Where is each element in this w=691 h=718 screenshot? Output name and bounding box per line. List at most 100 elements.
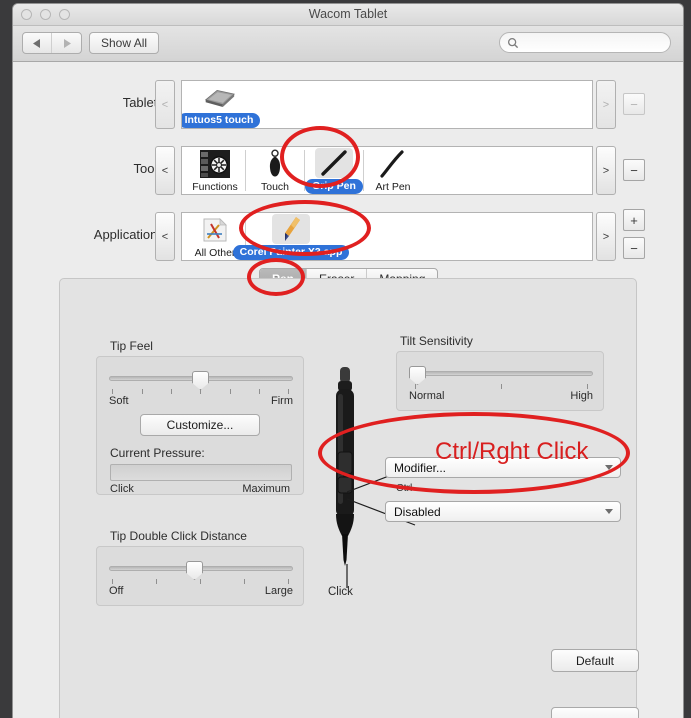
tip-double-click-tick [156,579,157,584]
tip-double-click-tick [112,579,113,584]
search-field[interactable] [499,32,671,53]
default-button[interactable]: Default [551,649,639,672]
tool-next-button[interactable]: > [596,146,616,195]
tablet-item-intuos5[interactable]: Intuos5 touch [182,81,261,128]
tool-item-grip-pen[interactable]: Grip Pen [305,147,363,194]
tip-feel-max-label: Firm [271,395,293,407]
upper-button-sublabel: Ctrl [396,482,413,494]
tool-item-functions[interactable]: Functions [186,147,244,194]
tip-double-click-thumb[interactable] [186,561,203,580]
tilt-sensitivity-group: Normal High [396,351,604,411]
current-pressure-bar [110,464,292,481]
application-row-label: Application: [93,227,161,242]
tip-feel-thumb[interactable] [192,371,209,390]
tablet-row-label: Tablet: [122,95,161,110]
tilt-sensitivity-tick [587,384,588,389]
functions-icon [196,148,234,180]
tablet-remove-label: − [630,96,638,112]
all-other-icon [196,214,234,246]
preferences-content: Tablet: < Intuos5 touch > − Tool: < Func… [13,62,683,718]
tool-remove-label: − [630,162,638,178]
tip-feel-slider[interactable]: Soft Firm [109,369,293,407]
tablet-next-button[interactable]: > [596,80,616,129]
tool-next-label: > [602,164,610,177]
tool-label-wrap: Tool: [13,142,161,199]
pen-tip-click-label: Click [328,586,353,598]
tool-item-label: Functions [192,181,238,193]
tilt-sensitivity-thumb[interactable] [409,366,426,385]
tip-double-click-max-label: Large [264,585,293,597]
tip-feel-tick [259,389,260,394]
customize-label: Customize... [166,418,234,432]
tablet-remove-button[interactable]: − [623,93,645,115]
tool-prev-button[interactable]: < [155,146,175,195]
tablet-list[interactable]: Intuos5 touch [181,80,593,129]
tilt-sensitivity-tick [501,384,502,389]
tablet-row: Tablet: < Intuos5 touch > − [13,76,683,133]
tablet-icon [200,82,238,112]
tip-double-click-min-label: Off [109,585,124,597]
tablet-item-label: Intuos5 touch [182,113,261,128]
tablet-prev-button[interactable]: < [155,80,175,129]
forward-button[interactable] [52,33,81,53]
tool-remove-button[interactable]: − [623,159,645,181]
wacom-tablet-window: Wacom Tablet Show All Tablet: < Intuos5 … [12,3,684,718]
tablet-label-wrap: Tablet: [13,76,161,133]
tip-feel-tick [171,389,172,394]
application-list[interactable]: All Other Corel Painter X3.app [181,212,593,261]
application-item-corel-painter[interactable]: Corel Painter X3.app [232,213,350,260]
tool-item-art-pen[interactable]: Art Pen [364,147,422,194]
application-prev-button[interactable]: < [155,212,175,261]
tip-double-click-tick [200,579,201,584]
tablet-next-label: > [602,98,610,111]
pressure-min-label: Click [110,483,134,495]
default-label: Default [575,653,615,668]
search-input[interactable] [522,35,657,50]
tip-feel-group: Soft Firm Customize... Current Pressure:… [96,356,304,495]
pen-settings-panel: Tip Feel Soft Firm Customize... Current … [59,278,639,718]
tool-item-touch[interactable]: Touch [246,147,304,194]
tool-item-label: Grip Pen [305,179,363,194]
tilt-sensitivity-title: Tilt Sensitivity [400,334,473,348]
tilt-sensitivity-track [409,371,593,376]
tip-feel-title: Tip Feel [110,339,153,353]
lower-button-popup[interactable]: Disabled [385,501,621,522]
back-button[interactable] [23,33,52,53]
tip-double-click-slider[interactable]: Off Large [109,559,293,597]
show-all-button[interactable]: Show All [89,32,160,54]
application-remove-label: − [630,240,638,256]
nav-segmented-control [22,32,82,54]
application-add-button[interactable]: + [623,209,645,231]
tool-row: Tool: < Functions Touch Grip Pen Art Pen… [13,142,683,199]
window-title: Wacom Tablet [308,7,388,21]
tool-list[interactable]: Functions Touch Grip Pen Art Pen [181,146,593,195]
application-item-label: All Other [194,247,236,259]
touch-icon [256,148,294,180]
footer-extra-button-1[interactable] [551,707,639,718]
preferences-toolbar: Show All [13,26,683,62]
window-titlebar[interactable]: Wacom Tablet [13,4,683,26]
pressure-max-label: Maximum [242,483,290,495]
tilt-sensitivity-tick [415,384,416,389]
tool-item-label: Touch [260,181,290,193]
tip-double-click-tick [244,579,245,584]
lower-button-value: Disabled [394,504,441,519]
customize-button[interactable]: Customize... [140,414,260,436]
tool-prev-label: < [161,164,169,177]
tip-double-click-tick [288,579,289,584]
grip-pen-icon [315,148,353,178]
application-row: Application: < All Other Corel Painter X… [13,208,683,265]
tool-item-label: Art Pen [375,181,411,193]
art-pen-icon [374,148,412,180]
chevron-down-icon [605,465,613,470]
ctrl-right-click-annotation: Ctrl/Rght Click [435,438,589,465]
application-next-button[interactable]: > [596,212,616,261]
application-add-label: + [630,212,638,228]
left-triangle-icon [33,38,40,48]
search-icon [507,37,519,48]
tilt-sensitivity-slider[interactable]: Normal High [409,364,593,402]
application-remove-button[interactable]: − [623,237,645,259]
tip-double-click-group: Off Large [96,546,304,606]
tip-feel-tick [142,389,143,394]
tip-feel-min-label: Soft [109,395,129,407]
